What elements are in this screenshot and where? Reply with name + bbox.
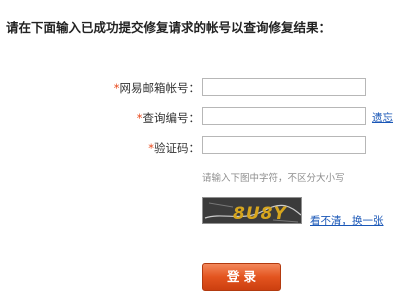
captcha-hint: 请输入下图中字符，不区分大小写 [202, 173, 345, 184]
login-button[interactable]: 登录 [202, 263, 281, 291]
query-code-field[interactable] [202, 107, 366, 125]
captcha-label: *验证码： [90, 140, 200, 156]
page-title: 请在下面输入已成功提交修复请求的帐号以查询修复结果： [6, 20, 332, 35]
captcha-field[interactable] [202, 136, 366, 154]
captcha-label-text: 验证码： [154, 141, 200, 155]
captcha-text: 8U8Y [233, 204, 287, 224]
email-label: *网易邮箱帐号： [90, 80, 200, 96]
captcha-image: 8U8Y [202, 197, 302, 224]
captcha-noise: 8U8Y [203, 198, 301, 224]
query-code-label-text: 查询编号： [142, 111, 201, 125]
query-code-label: *查询编号： [90, 110, 200, 126]
forgot-query-code-link[interactable]: 遗忘 [372, 110, 393, 125]
email-label-text: 网易邮箱帐号： [119, 81, 201, 95]
refresh-captcha-link[interactable]: 看不清，换一张 [310, 213, 384, 228]
email-field[interactable] [202, 78, 366, 96]
